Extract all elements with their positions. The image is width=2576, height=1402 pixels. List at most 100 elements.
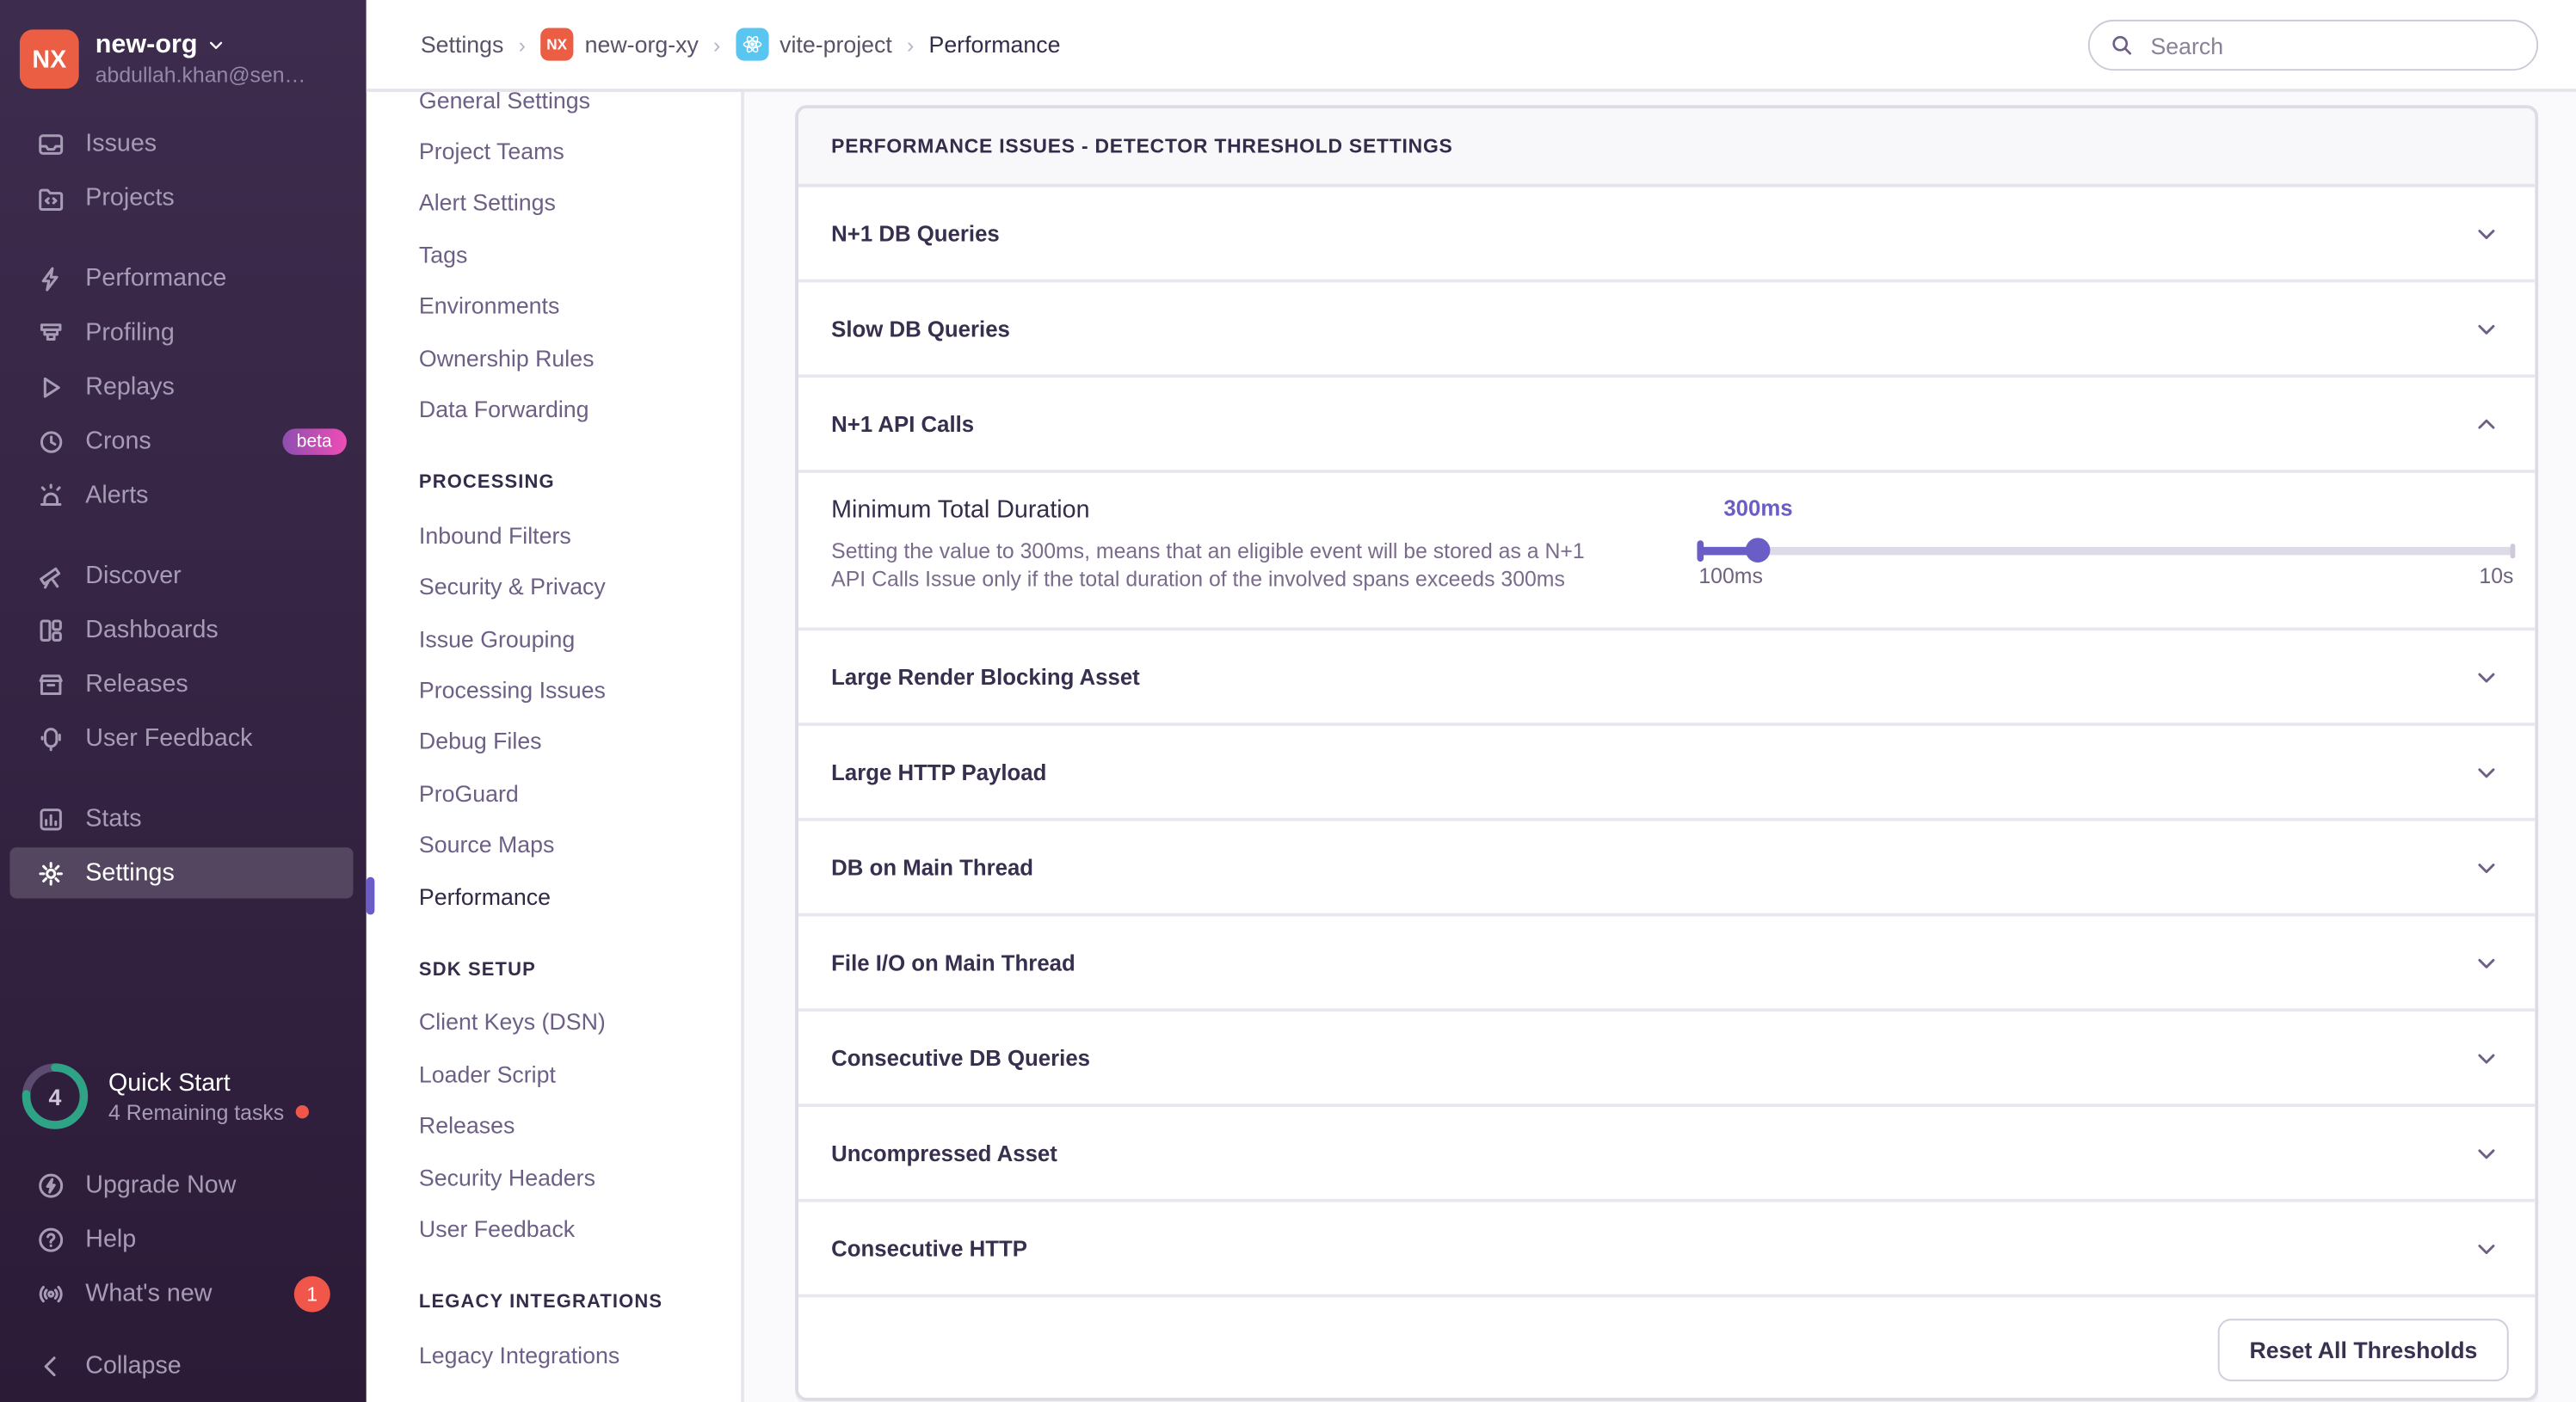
detector-row-label: Consecutive HTTP — [831, 1235, 1027, 1261]
subnav-item-security-headers[interactable]: Security Headers — [367, 1151, 741, 1202]
detector-row-uncompressed-asset[interactable]: Uncompressed Asset — [798, 1106, 2536, 1202]
sidebar-item-label: Upgrade Now — [85, 1171, 237, 1199]
search-box[interactable] — [2087, 19, 2539, 71]
subnav-item-user-feedback[interactable]: User Feedback — [367, 1202, 741, 1254]
subnav-item-ownership-rules[interactable]: Ownership Rules — [367, 332, 741, 384]
detector-row-label: Uncompressed Asset — [831, 1141, 1057, 1165]
reset-all-thresholds-button[interactable]: Reset All Thresholds — [2218, 1319, 2509, 1381]
detector-row-label: Slow DB Queries — [831, 316, 1010, 341]
subnav-item-releases[interactable]: Releases — [367, 1099, 741, 1151]
detector-row-label: Large Render Blocking Asset — [831, 664, 1140, 690]
detector-settings-panel: PERFORMANCE ISSUES - DETECTOR THRESHOLD … — [795, 105, 2539, 1401]
sidebar-item-discover[interactable]: Discover — [0, 549, 367, 603]
subnav-item-loader-script[interactable]: Loader Script — [367, 1048, 741, 1099]
subnav-item-inbound-filters[interactable]: Inbound Filters — [367, 509, 741, 561]
sidebar-item-crons[interactable]: Crons beta — [0, 414, 367, 468]
subnav-item-performance[interactable]: Performance — [366, 870, 741, 922]
breadcrumb-label: Settings — [420, 31, 504, 58]
breadcrumb-settings[interactable]: Settings — [421, 31, 504, 58]
detector-row-large-http-payload[interactable]: Large HTTP Payload — [798, 725, 2536, 821]
sidebar-item-alerts[interactable]: Alerts — [0, 468, 367, 522]
breadcrumb-new-org-xy[interactable]: NX new-org-xy — [540, 28, 699, 61]
subnav-item-debug-files[interactable]: Debug Files — [367, 716, 741, 767]
subnav-item-proguard[interactable]: ProGuard — [367, 767, 741, 819]
slider-thumb[interactable] — [1746, 538, 1771, 563]
sidebar-item-what-s-new[interactable]: What's new 1 — [0, 1266, 367, 1320]
replays-icon — [36, 372, 65, 401]
detector-row-slow-db-queries[interactable]: Slow DB Queries — [798, 282, 2536, 378]
search-input[interactable] — [2147, 30, 2517, 60]
sidebar-item-label: Settings — [85, 858, 175, 888]
sidebar-item-issues[interactable]: Issues — [0, 117, 367, 171]
sidebar-item-label: Issues — [85, 129, 157, 158]
nav-group: Issues Projects — [0, 117, 367, 225]
nav-group: Performance Profiling Replays Crons beta Aler… — [0, 251, 367, 522]
breadcrumb-vite-project[interactable]: vite-project — [735, 28, 892, 61]
sidebar-item-profiling[interactable]: Profiling — [0, 305, 367, 360]
sidebar-item-label: Crons — [85, 427, 151, 455]
breadcrumb-separator: › — [713, 32, 721, 57]
breadcrumb-performance[interactable]: Performance — [928, 31, 1060, 58]
subnav-section-header: LEGACY INTEGRATIONS — [418, 1293, 663, 1313]
issues-icon — [36, 129, 65, 158]
chevron-down-icon — [2474, 1141, 2499, 1165]
threshold-slider: 300ms 100ms 10s — [1697, 473, 2516, 627]
quickstart-count: 4 — [48, 1083, 62, 1110]
sidebar-item-dashboards[interactable]: Dashboards — [0, 603, 367, 657]
whats-new-count-badge: 1 — [293, 1275, 330, 1312]
app: NX new-org abdullah.khan@sen… Issues Proj… — [0, 0, 2576, 1402]
chevron-down-icon — [2474, 759, 2499, 784]
setting-label: Minimum Total Duration — [831, 495, 1090, 525]
org-switcher[interactable]: NX new-org abdullah.khan@sen… — [0, 0, 367, 99]
primary-nav: Issues Projects Performance Profiling Replay… — [0, 117, 367, 901]
detector-row-label: File I/O on Main Thread — [831, 950, 1075, 975]
sidebar-item-upgrade-now[interactable]: Upgrade Now — [0, 1158, 367, 1212]
sidebar-item-settings[interactable]: Settings — [0, 846, 367, 900]
collapse-button[interactable]: Collapse — [0, 1338, 367, 1393]
sidebar-item-user-feedback[interactable]: User Feedback — [0, 711, 367, 766]
subnav-item-project-teams[interactable]: Project Teams — [367, 126, 741, 177]
primary-sidebar: NX new-org abdullah.khan@sen… Issues Proj… — [0, 0, 367, 1402]
chevron-down-icon — [2474, 1236, 2499, 1261]
detector-row-db-on-main-thread[interactable]: DB on Main Thread — [798, 821, 2536, 917]
subnav-item-environments[interactable]: Environments — [367, 280, 741, 332]
detector-row-file-i-o-on-main-thread[interactable]: File I/O on Main Thread — [798, 916, 2536, 1012]
top-header: Settings › NX new-org-xy › vite-project › Perfo… — [366, 0, 2576, 92]
detector-row-consecutive-http[interactable]: Consecutive HTTP — [798, 1202, 2536, 1298]
detector-row-n-1-db-queries[interactable]: N+1 DB Queries — [798, 187, 2536, 283]
quickstart-title: Quick Start — [108, 1068, 231, 1097]
collapse-icon — [36, 1351, 65, 1380]
subnav-item-processing-issues[interactable]: Processing Issues — [367, 664, 741, 716]
breadcrumb-label: new-org-xy — [584, 31, 699, 58]
sidebar-item-stats[interactable]: Stats — [0, 791, 367, 846]
subnav-item-legacy-integrations[interactable]: Legacy Integrations — [367, 1329, 741, 1380]
sidebar-item-releases[interactable]: Releases — [0, 657, 367, 711]
settings-icon — [36, 858, 65, 888]
quickstart-subtitle: 4 Remaining tasks — [108, 1099, 285, 1125]
slider-track[interactable] — [1697, 538, 2516, 563]
quickstart-widget[interactable]: 4 Quick Start 4 Remaining tasks — [20, 1061, 309, 1131]
subnav-item-alert-settings[interactable]: Alert Settings — [367, 177, 741, 229]
subnav-item-issue-grouping[interactable]: Issue Grouping — [367, 612, 741, 664]
subnav-item-source-maps[interactable]: Source Maps — [367, 819, 741, 870]
subnav-item-tags[interactable]: Tags — [367, 229, 741, 280]
sidebar-item-replays[interactable]: Replays — [0, 360, 367, 414]
detector-row-n-1-api-calls[interactable]: N+1 API Calls — [798, 378, 2536, 473]
sidebar-item-label: Help — [85, 1225, 137, 1253]
subnav-item-data-forwarding[interactable]: Data Forwarding — [367, 384, 741, 435]
chevron-down-icon — [2474, 855, 2499, 880]
sidebar-item-performance[interactable]: Performance — [0, 251, 367, 305]
sidebar-item-label: Replays — [85, 372, 175, 401]
subnav-item-client-keys-dsn-[interactable]: Client Keys (DSN) — [367, 996, 741, 1048]
dashboards-icon — [36, 615, 65, 644]
discover-icon — [36, 561, 65, 590]
sidebar-item-label: Profiling — [85, 318, 175, 347]
subnav-item-security-privacy[interactable]: Security & Privacy — [367, 561, 741, 612]
sidebar-item-projects[interactable]: Projects — [0, 171, 367, 225]
sidebar-item-help[interactable]: Help — [0, 1212, 367, 1266]
detector-row-large-render-blocking-asset[interactable]: Large Render Blocking Asset — [798, 630, 2536, 726]
nav-group: Discover Dashboards Releases User Feedback — [0, 549, 367, 766]
detector-row-consecutive-db-queries[interactable]: Consecutive DB Queries — [798, 1012, 2536, 1107]
help-icon — [36, 1224, 65, 1253]
upgrade-icon — [36, 1170, 65, 1199]
